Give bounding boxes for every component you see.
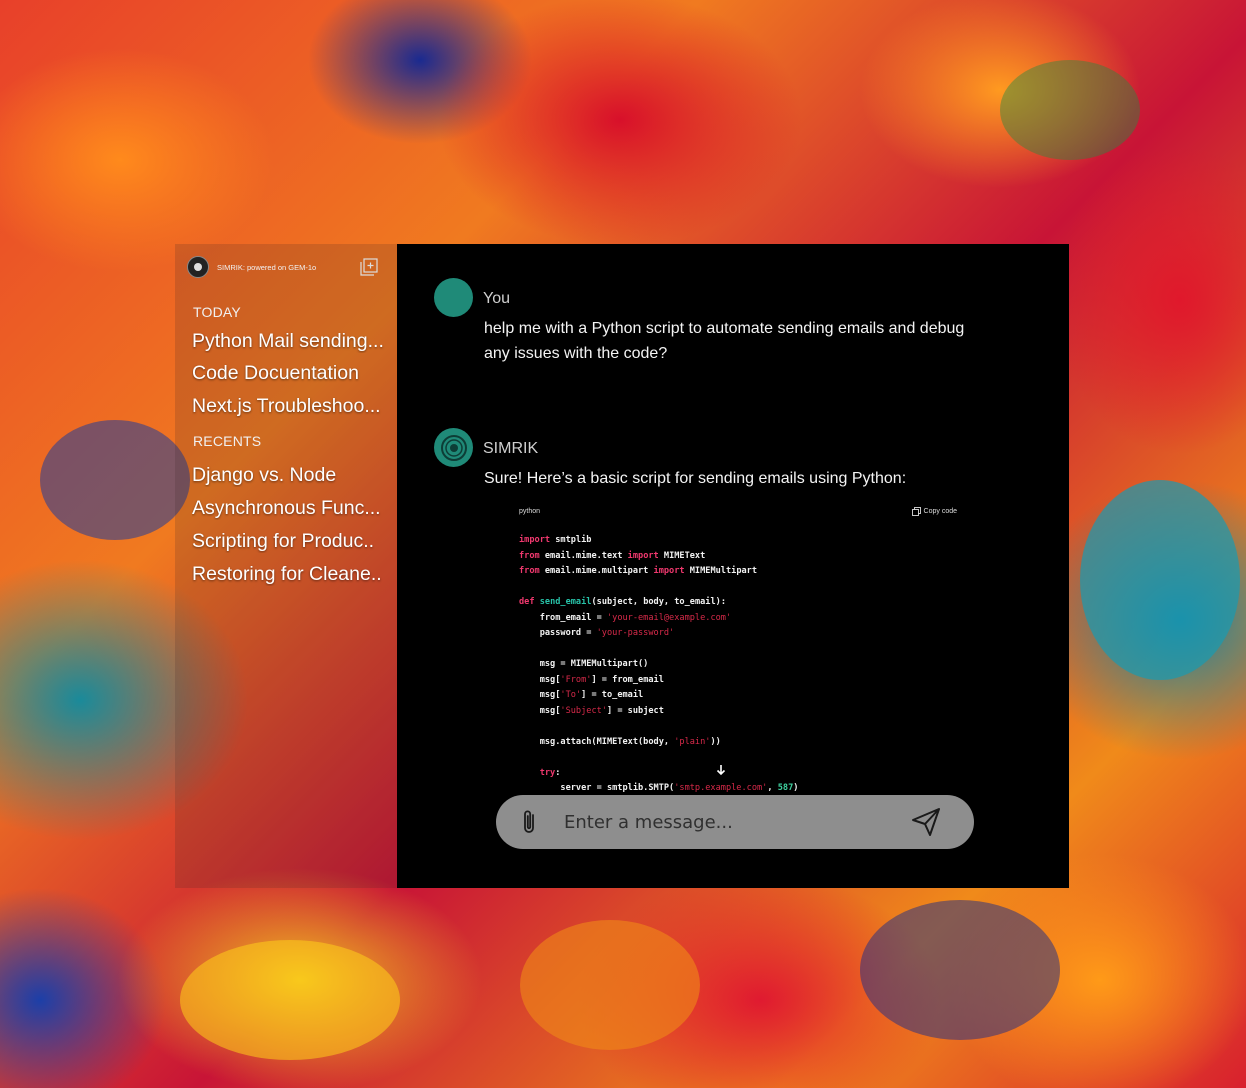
background-splash	[1000, 60, 1140, 160]
send-icon[interactable]	[910, 806, 942, 838]
sidebar-item-python-mail[interactable]: Python Mail sending...	[192, 330, 392, 353]
background-splash	[40, 420, 190, 540]
simrik-logo-icon	[187, 256, 209, 278]
sidebar: SIMRIK: powered on GEM-1o TODAY Python M…	[175, 244, 397, 888]
section-label-today: TODAY	[193, 304, 241, 320]
sidebar-item-nextjs[interactable]: Next.js Troubleshoo...	[192, 395, 392, 418]
sidebar-header: SIMRIK: powered on GEM-1o	[187, 256, 387, 278]
assistant-name: SIMRIK	[483, 440, 539, 457]
user-name: You	[483, 290, 510, 307]
code-block: import smtplib from email.mime.text impo…	[519, 535, 799, 793]
assistant-logo-icon	[440, 434, 467, 461]
message-input[interactable]	[562, 801, 910, 843]
sidebar-item-async[interactable]: Asynchronous Func...	[192, 497, 392, 520]
brand-title: SIMRIK: powered on GEM-1o	[217, 262, 317, 272]
paperclip-icon[interactable]	[518, 807, 540, 837]
copy-code-button[interactable]: Copy code	[911, 507, 957, 516]
background-splash	[520, 920, 700, 1050]
sidebar-item-scripting[interactable]: Scripting for Produc..	[192, 530, 392, 553]
sidebar-item-django[interactable]: Django vs. Node	[192, 464, 392, 487]
background-splash	[180, 940, 400, 1060]
section-label-recents: RECENTS	[193, 433, 262, 449]
assistant-message: Sure! Here’s a basic script for sending …	[484, 470, 907, 487]
background-splash	[1080, 480, 1240, 680]
arrow-down-icon[interactable]	[715, 764, 727, 776]
user-message: help me with a Python script to automate…	[484, 320, 965, 362]
sidebar-item-restoring[interactable]: Restoring for Cleane..	[192, 563, 392, 586]
message-composer	[496, 795, 974, 849]
user-avatar	[434, 278, 473, 317]
assistant-avatar	[434, 428, 473, 467]
chat-panel: You help me with a Python script to auto…	[397, 244, 1069, 888]
code-block-header: python Copy code	[519, 507, 959, 522]
copy-icon	[911, 507, 921, 516]
code-language: python	[519, 508, 541, 515]
copy-code-label: Copy code	[923, 508, 957, 515]
sidebar-item-code-documentation[interactable]: Code Docuentation	[192, 362, 392, 385]
background-splash	[860, 900, 1060, 1040]
new-chat-icon[interactable]	[360, 258, 378, 276]
